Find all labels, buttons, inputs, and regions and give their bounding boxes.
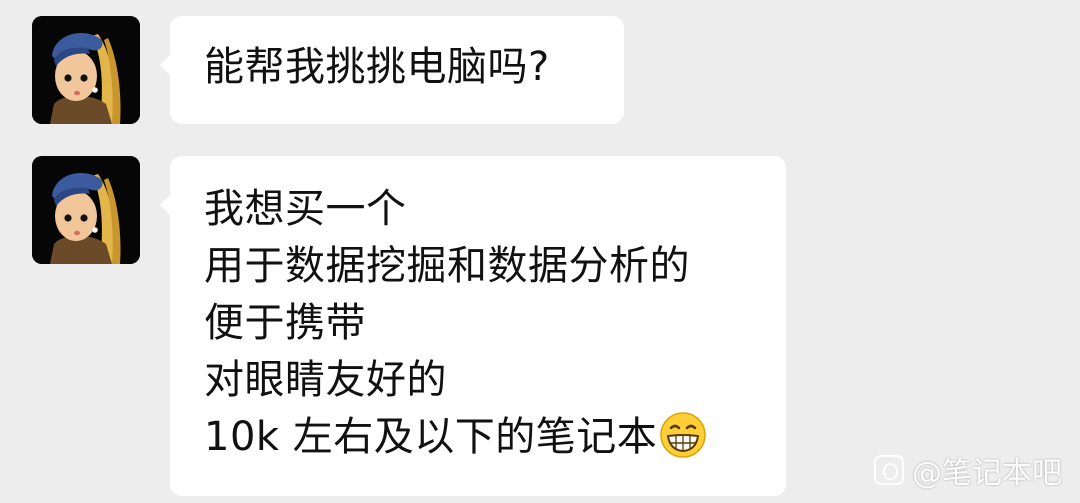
message-line: 我想买一个 (204, 186, 407, 232)
avatar[interactable] (32, 16, 140, 124)
girl-avatar-icon (32, 156, 140, 264)
tieba-paw-icon (874, 455, 904, 485)
message-bubble[interactable]: 能帮我挑挑电脑吗? (160, 16, 624, 124)
watermark-text: @笔记本吧 (912, 456, 1062, 491)
grinning-face-emoji-icon (659, 411, 707, 459)
message-line: 对眼睛友好的 (204, 357, 447, 403)
message-text: 能帮我挑挑电脑吗? (204, 44, 550, 90)
avatar[interactable] (32, 156, 140, 264)
girl-avatar-icon (32, 16, 140, 124)
message-line: 10k 左右及以下的笔记本 (204, 414, 658, 460)
message-line: 用于数据挖掘和数据分析的 (204, 243, 690, 289)
message-line: 便于携带 (204, 300, 366, 346)
chat-screen: 能帮我挑挑电脑吗? 我想买一个 用于数据挖掘和数据分析的 便于携带 对眼睛友好的… (0, 0, 1080, 503)
message-line-last: 10k 左右及以下的笔记本 (204, 409, 707, 466)
watermark: @笔记本吧 (874, 448, 1062, 492)
message-text-block: 我想买一个 用于数据挖掘和数据分析的 便于携带 对眼睛友好的 10k 左右及以下… (204, 181, 707, 466)
message-bubble[interactable]: 我想买一个 用于数据挖掘和数据分析的 便于携带 对眼睛友好的 10k 左右及以下… (160, 156, 786, 496)
